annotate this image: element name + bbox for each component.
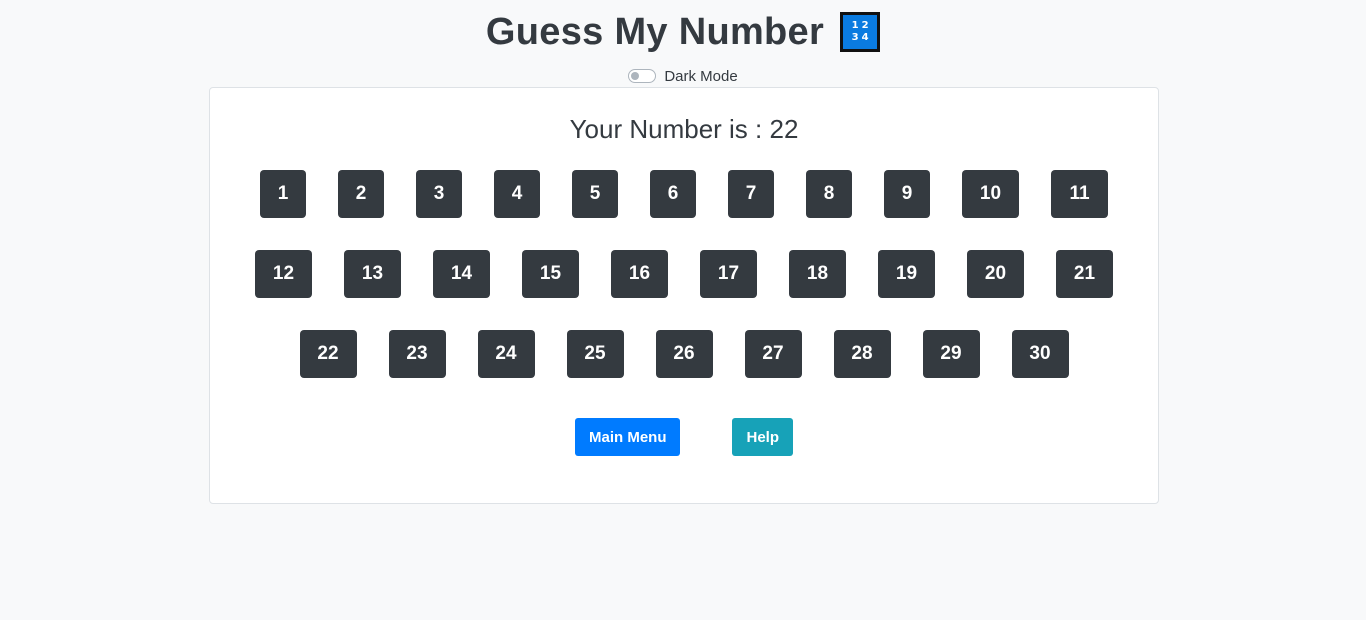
dark-mode-switch-container: Dark Mode [0,66,1366,86]
number-button-27[interactable]: 27 [744,330,802,378]
number-button-25[interactable]: 25 [566,330,624,378]
number-grid-logo-icon: 1 2 3 4 [840,12,881,52]
number-button-11[interactable]: 11 [1051,170,1108,218]
number-button-15[interactable]: 15 [522,250,579,298]
main-menu-button[interactable]: Main Menu [574,418,681,456]
help-button[interactable]: Help [732,418,793,456]
number-button-3[interactable]: 3 [416,170,462,218]
number-button-19[interactable]: 19 [878,250,935,298]
number-button-7[interactable]: 7 [728,170,774,218]
number-button-24[interactable]: 24 [477,330,535,378]
number-button-22[interactable]: 22 [299,330,357,378]
number-button-21[interactable]: 21 [1056,250,1113,298]
number-row-3: 22 23 24 25 26 27 28 29 30 [210,330,1158,378]
number-row-1: 1 2 3 4 5 6 7 8 9 10 11 [210,170,1158,218]
your-number-heading: Your Number is : 22 [569,114,799,144]
game-card: Your Number is : 22 1 2 3 4 5 6 7 8 9 10… [209,87,1159,504]
dark-mode-toggle[interactable] [628,69,657,83]
header: Guess My Number 1 2 3 4 [0,0,1366,64]
number-button-23[interactable]: 23 [388,330,446,378]
number-button-9[interactable]: 9 [884,170,930,218]
toggle-knob-icon [631,72,640,80]
logo-digit: 3 [851,32,859,43]
number-button-2[interactable]: 2 [338,170,384,218]
logo-digit: 1 [851,20,859,31]
logo-digit: 4 [861,32,869,43]
number-button-5[interactable]: 5 [572,170,618,218]
number-button-10[interactable]: 10 [962,170,1019,218]
number-button-13[interactable]: 13 [344,250,401,298]
number-button-6[interactable]: 6 [650,170,696,218]
number-button-20[interactable]: 20 [967,250,1024,298]
dark-mode-label[interactable]: Dark Mode [664,68,737,85]
number-button-26[interactable]: 26 [655,330,713,378]
number-button-28[interactable]: 28 [833,330,891,378]
action-buttons: Main Menu Help [210,418,1158,456]
number-button-29[interactable]: 29 [922,330,980,378]
page-title: Guess My Number [485,10,825,53]
number-button-4[interactable]: 4 [494,170,540,218]
number-button-17[interactable]: 17 [700,250,757,298]
number-button-18[interactable]: 18 [789,250,846,298]
logo-digit: 2 [861,20,869,31]
number-button-30[interactable]: 30 [1011,330,1069,378]
number-button-1[interactable]: 1 [260,170,306,218]
number-button-12[interactable]: 12 [255,250,312,298]
number-button-16[interactable]: 16 [611,250,668,298]
number-button-8[interactable]: 8 [806,170,852,218]
number-button-14[interactable]: 14 [433,250,490,298]
number-row-2: 12 13 14 15 16 17 18 19 20 21 [210,250,1158,298]
